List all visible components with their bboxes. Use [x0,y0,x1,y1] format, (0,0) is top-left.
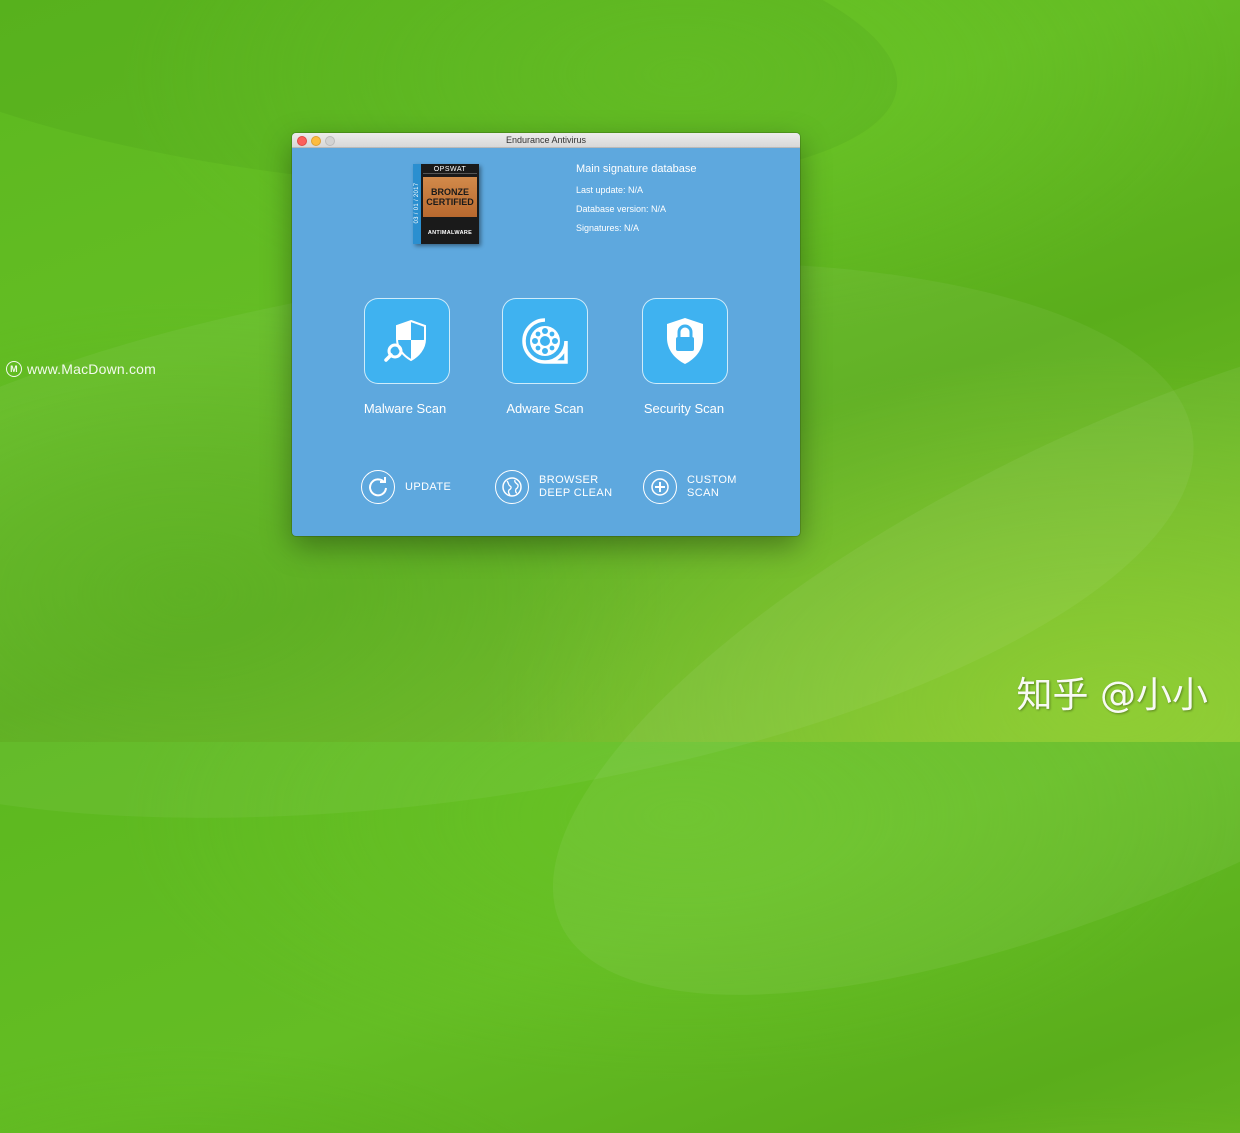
badge-brand: OPSWAT [423,166,477,174]
signatures-count: Signatures: N/A [576,223,640,233]
badge-tier-line1: BRONZE [431,187,469,197]
badge-date: 03 / 01 / 2017 [414,182,420,224]
custom-scan-label: CUSTOM SCAN [687,474,737,500]
update-label: UPDATE [405,480,452,493]
shield-lock-icon [667,318,703,364]
last-update: Last update: N/A [576,185,644,195]
adware-scan-button[interactable] [502,298,588,384]
malware-scan-button[interactable] [364,298,450,384]
shield-search-icon [384,319,426,362]
adware-scan-label[interactable]: Adware Scan [475,401,615,416]
plus-circle-icon [643,470,677,504]
custom-scan-line1: CUSTOM [687,474,737,486]
macdown-watermark-text: www.MacDown.com [27,361,157,377]
security-scan-label[interactable]: Security Scan [614,401,754,416]
refresh-icon [361,470,395,504]
database-title: Main signature database [576,163,697,175]
signature-database-info: Main signature database Last update: N/A… [576,163,696,242]
zhihu-watermark: 知乎 @小小 [1016,675,1208,716]
badge-tier-line2: CERTIFIED [426,197,474,207]
opswat-certification-badge: 03 / 01 / 2017 OPSWAT BRONZE CERTIFIED A… [413,164,479,244]
badge-kind: ANTIMALWARE [427,230,473,236]
browser-deep-clean-label: BROWSER DEEP CLEAN [539,474,613,500]
malware-scan-label[interactable]: Malware Scan [335,401,475,416]
badge-tier: BRONZE CERTIFIED [423,177,477,217]
browser-deep-clean-line1: BROWSER [539,474,599,486]
browser-deep-clean-line2: DEEP CLEAN [539,487,613,499]
browser-deep-clean-button[interactable]: BROWSER DEEP CLEAN [495,470,613,504]
security-scan-button[interactable] [642,298,728,384]
title-bar[interactable]: Endurance Antivirus [292,133,800,148]
window-title: Endurance Antivirus [505,135,587,145]
custom-scan-button[interactable]: CUSTOM SCAN [643,470,737,504]
macdown-watermark: M www.MacDown.com [6,361,156,377]
update-button[interactable]: UPDATE [361,470,451,504]
macdown-logo-icon: M [6,361,22,377]
virus-gear-icon [522,318,568,364]
database-version: Database version: N/A [576,204,667,214]
globe-icon [495,470,529,504]
app-window: Endurance Antivirus 03 / 01 / 2017 OPSWA… [292,133,800,536]
custom-scan-line2: SCAN [687,487,720,499]
